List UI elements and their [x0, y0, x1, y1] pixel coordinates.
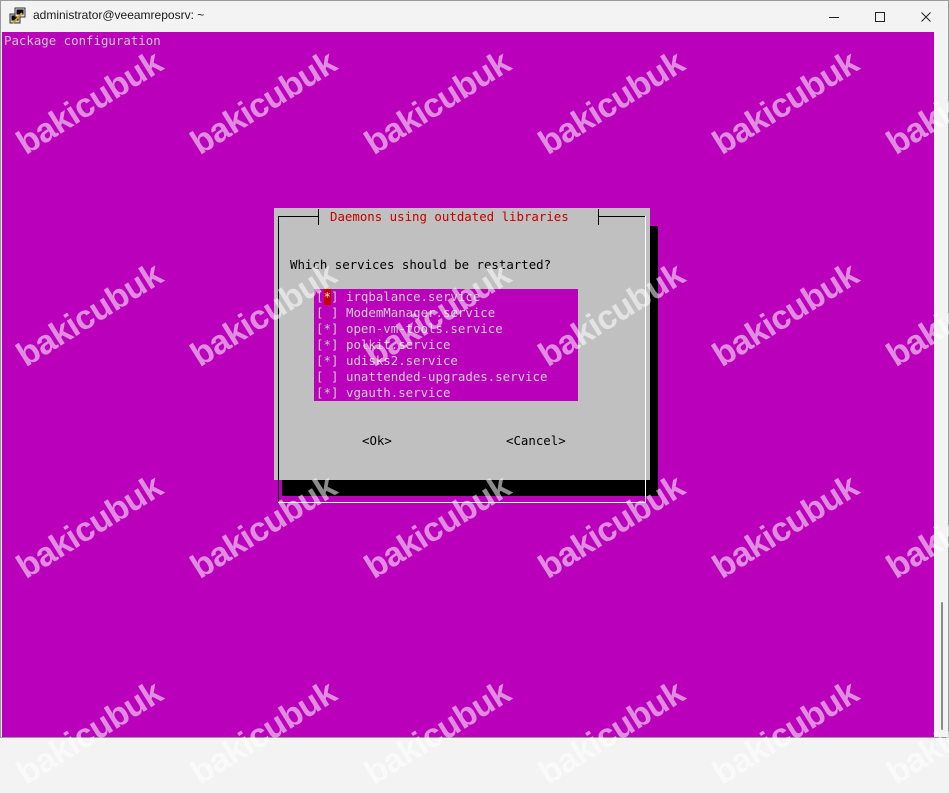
- putty-icon[interactable]: [9, 7, 27, 25]
- service-checkbox[interactable]: [*]: [316, 337, 339, 353]
- dialog-title: Daemons using outdated libraries: [330, 209, 569, 224]
- service-checkbox[interactable]: [ ]: [316, 305, 339, 321]
- service-checkbox[interactable]: [*]: [316, 289, 339, 305]
- scrollbar[interactable]: [934, 32, 948, 737]
- service-item-udisks2[interactable]: [*] udisks2.service: [314, 353, 578, 369]
- dialog-frame-top-right: [599, 216, 646, 217]
- checkbox-mark: *: [323, 385, 331, 400]
- service-name: ModemManager.service: [346, 305, 496, 320]
- scrollbar-thumb[interactable]: [941, 602, 943, 730]
- cancel-button[interactable]: <Cancel>: [506, 433, 566, 449]
- checkbox-mark: [324, 369, 332, 385]
- service-name: udisks2.service: [346, 353, 458, 368]
- dialog-title-tick-right: [598, 209, 599, 225]
- dialog-question: Which services should be restarted?: [290, 257, 552, 272]
- dialog-frame-top-left: [278, 216, 318, 217]
- maximize-button[interactable]: [857, 1, 903, 32]
- package-configuration-header: Package configuration: [4, 33, 161, 48]
- service-checkbox[interactable]: [*]: [316, 321, 339, 337]
- service-item-polkit[interactable]: [*] polkit.service: [314, 337, 578, 353]
- dialog-title-tick-left: [318, 209, 319, 225]
- service-item-irqbalance[interactable]: [*] irqbalance.service: [314, 289, 578, 305]
- minimize-icon: [829, 16, 839, 18]
- services-checklist[interactable]: [*] irqbalance.service [ ] ModemManager.…: [314, 289, 578, 401]
- window-title: administrator@veeamreposrv: ~: [33, 8, 205, 22]
- close-button[interactable]: [903, 1, 949, 32]
- maximize-icon: [875, 11, 885, 22]
- service-name: irqbalance.service: [346, 289, 481, 304]
- checkbox-mark: *: [323, 289, 331, 305]
- service-item-open-vm-tools[interactable]: [*] open-vm-tools.service: [314, 321, 578, 337]
- checkbox-mark: [324, 305, 332, 321]
- service-name: vgauth.service: [346, 385, 451, 400]
- dialog-frame-left: [278, 216, 279, 503]
- title-bar[interactable]: administrator@veeamreposrv: ~: [1, 1, 948, 32]
- ok-button[interactable]: <Ok>: [362, 433, 392, 449]
- service-item-modemmanager[interactable]: [ ] ModemManager.service: [314, 305, 578, 321]
- service-name: open-vm-tools.service: [346, 321, 503, 336]
- service-item-unattended-upgrades[interactable]: [ ] unattended-upgrades.service: [314, 369, 578, 385]
- dialog-frame-bottom: [278, 502, 646, 503]
- service-checkbox[interactable]: [*]: [316, 353, 339, 369]
- service-name: unattended-upgrades.service: [346, 369, 548, 384]
- dialog-frame-right: [645, 216, 646, 503]
- checkbox-mark: *: [323, 321, 331, 336]
- service-checkbox[interactable]: [*]: [316, 385, 339, 401]
- checkbox-mark: *: [323, 337, 331, 352]
- checkbox-mark: *: [323, 353, 331, 368]
- minimize-button[interactable]: [811, 1, 857, 32]
- service-item-vgauth[interactable]: [*] vgauth.service: [314, 385, 578, 401]
- service-checkbox[interactable]: [ ]: [316, 369, 339, 385]
- close-icon: [921, 11, 931, 22]
- service-name: polkit.service: [346, 337, 451, 352]
